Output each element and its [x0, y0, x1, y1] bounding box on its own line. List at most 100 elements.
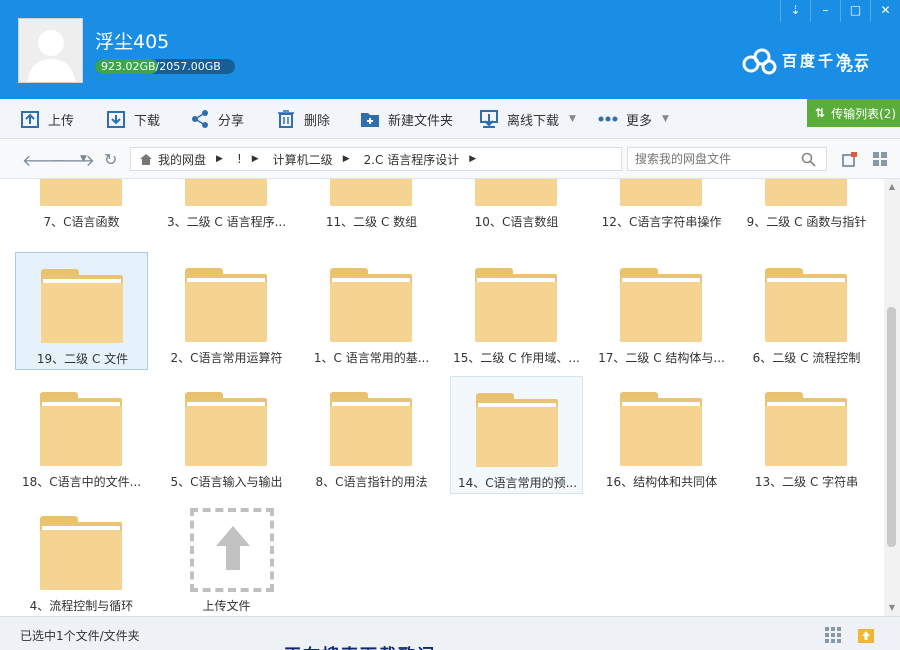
folder-item[interactable]: 1、C 语言常用的基... — [305, 252, 438, 370]
avatar[interactable] — [18, 18, 83, 83]
folder-item[interactable]: 13、二级 C 字符串 — [740, 376, 873, 494]
history-dropdown-icon[interactable]: ▼ — [80, 154, 87, 164]
folder-icon — [765, 268, 847, 342]
download-button[interactable]: 下载 — [106, 99, 160, 139]
upload-arrow-icon — [216, 526, 250, 570]
folder-icon — [620, 179, 702, 206]
offline-download-icon — [480, 110, 498, 128]
folder-icon — [41, 269, 123, 343]
folder-name: 8、C语言指针的用法 — [315, 475, 428, 489]
folder-name: 11、二级 C 数组 — [325, 215, 418, 229]
scroll-down-arrow-icon[interactable]: ▼ — [884, 600, 900, 616]
search-input[interactable] — [628, 148, 793, 170]
username[interactable]: 浮尘405 — [95, 27, 169, 54]
share-icon — [192, 110, 208, 128]
folder-item[interactable]: 17、二级 C 结构体与... — [595, 252, 728, 370]
folder-item-selected[interactable]: 19、二级 C 文件 — [15, 252, 148, 370]
minimize-button[interactable]: – — [810, 0, 840, 22]
folder-name: 5、C语言输入与输出 — [170, 475, 283, 489]
scroll-up-arrow-icon[interactable]: ▲ — [884, 179, 900, 195]
transfer-list-button[interactable]: ⇅ 传输列表(2) — [807, 99, 900, 127]
folder-name: 6、二级 C 流程控制 — [752, 351, 861, 365]
search-box — [627, 147, 827, 171]
upload-button[interactable]: 上传 — [20, 99, 74, 139]
logo-version: v2.0 — [840, 64, 865, 75]
delete-label: 删除 — [304, 113, 331, 129]
chevron-right-icon: ▶ — [342, 154, 350, 164]
upload-dropzone — [190, 508, 274, 592]
folder-name: 4、流程控制与循环 — [29, 599, 134, 613]
folder-name: 16、结构体和共同体 — [605, 475, 718, 489]
refresh-icon[interactable]: ↻ — [104, 150, 117, 169]
folder-item[interactable]: 3、二级 C 语言程序... — [160, 179, 293, 234]
vertical-scrollbar[interactable]: ▲ ▼ — [884, 179, 900, 616]
folder-item[interactable]: 15、二级 C 作用域、... — [450, 252, 583, 370]
new-folder-label: 新建文件夹 — [388, 113, 454, 129]
folder-item[interactable]: 10、C语言数组 — [450, 179, 583, 234]
new-folder-button[interactable]: 新建文件夹 — [360, 99, 453, 139]
upload-label: 上传 — [48, 113, 75, 129]
folder-name: 3、二级 C 语言程序... — [166, 215, 287, 229]
folder-item[interactable]: 7、C语言函数 — [15, 179, 148, 234]
folder-item[interactable]: 6、二级 C 流程控制 — [740, 252, 873, 370]
folder-item[interactable]: 11、二级 C 数组 — [305, 179, 438, 234]
folder-icon — [40, 179, 122, 206]
folder-icon — [765, 392, 847, 466]
breadcrumb-item[interactable]: ! — [237, 152, 242, 166]
chevron-right-icon: ▶ — [216, 154, 223, 164]
forward-arrow-icon[interactable]: 🡒 — [52, 150, 95, 170]
maximize-button[interactable]: □ — [840, 0, 870, 22]
folder-name: 12、C语言字符串操作 — [601, 215, 722, 229]
folder-icon — [40, 392, 122, 466]
breadcrumb-label: 我的网盘 — [158, 152, 207, 167]
folder-icon — [40, 516, 122, 590]
offline-download-button[interactable]: 离线下载 ▼ — [479, 99, 576, 139]
delete-button[interactable]: 删除 — [276, 99, 330, 139]
share-button[interactable]: 分享 — [190, 99, 244, 139]
status-bar: 已选中1个文件/文件夹 正在搜索下载歌词 — [0, 616, 900, 650]
grid-view-icon[interactable] — [872, 151, 888, 167]
screenshot-icon[interactable] — [842, 151, 858, 167]
transfer-list-label: 传输列表(2) — [831, 106, 897, 121]
breadcrumb: 我的网盘 ▶ ! ▶ 计算机二级 ▶ 2.C 语言程序设计 ▶ — [130, 147, 622, 171]
close-button[interactable]: ✕ — [870, 0, 900, 22]
folder-item[interactable]: 9、二级 C 函数与指针 — [740, 179, 873, 234]
app-header: 浮尘405 923.02GB/2057.00GB 百度千净云 v2.0 ⇣ – … — [0, 0, 900, 99]
more-icon — [598, 116, 618, 122]
folder-icon — [330, 179, 412, 206]
folder-icon — [185, 268, 267, 342]
folder-icon — [620, 392, 702, 466]
folder-item[interactable]: 16、结构体和共同体 — [595, 376, 728, 494]
folder-name: 10、C语言数组 — [474, 215, 559, 229]
folder-item[interactable]: 8、C语言指针的用法 — [305, 376, 438, 494]
folder-name: 19、二级 C 文件 — [36, 352, 129, 366]
more-label: 更多 — [626, 113, 653, 129]
navigation-bar: 🡐 🡒 ▼ ↻ 我的网盘 ▶ ! ▶ 计算机二级 ▶ 2.C 语言程序设计 ▶ — [0, 139, 900, 179]
folder-name: 14、C语言常用的预... — [457, 476, 578, 490]
folder-icon — [185, 392, 267, 466]
folder-icon — [330, 268, 412, 342]
upload-file-tile[interactable]: 上传文件 — [160, 500, 293, 616]
folder-icon — [475, 268, 557, 342]
folder-name: 7、C语言函数 — [43, 215, 120, 229]
chevron-right-icon: ▶ — [251, 154, 259, 164]
thumbnail-view-icon[interactable] — [824, 626, 842, 644]
folder-item[interactable]: 4、流程控制与循环 — [15, 500, 148, 616]
search-icon[interactable] — [801, 152, 816, 167]
folder-name: 18、C语言中的文件... — [21, 475, 142, 489]
selection-status: 已选中1个文件/文件夹 — [20, 629, 140, 643]
cloud-logo-icon — [742, 48, 777, 75]
breadcrumb-item[interactable]: 计算机二级 — [273, 151, 333, 168]
breadcrumb-item[interactable]: 2.C 语言程序设计 — [364, 151, 460, 168]
folder-item-hovered[interactable]: 14、C语言常用的预... — [450, 376, 583, 494]
skin-menu-button[interactable]: ⇣ — [780, 0, 810, 22]
folder-item[interactable]: 18、C语言中的文件... — [15, 376, 148, 494]
folder-item[interactable]: 5、C语言输入与输出 — [160, 376, 293, 494]
more-button[interactable]: 更多 ▼ — [598, 99, 669, 139]
folder-item[interactable]: 12、C语言字符串操作 — [595, 179, 728, 234]
scrollbar-thumb[interactable] — [887, 307, 896, 547]
folder-icon — [330, 392, 412, 466]
upload-tray-icon[interactable] — [857, 626, 875, 644]
folder-item[interactable]: 2、C语言常用运算符 — [160, 252, 293, 370]
breadcrumb-home[interactable]: 我的网盘 — [139, 151, 206, 168]
